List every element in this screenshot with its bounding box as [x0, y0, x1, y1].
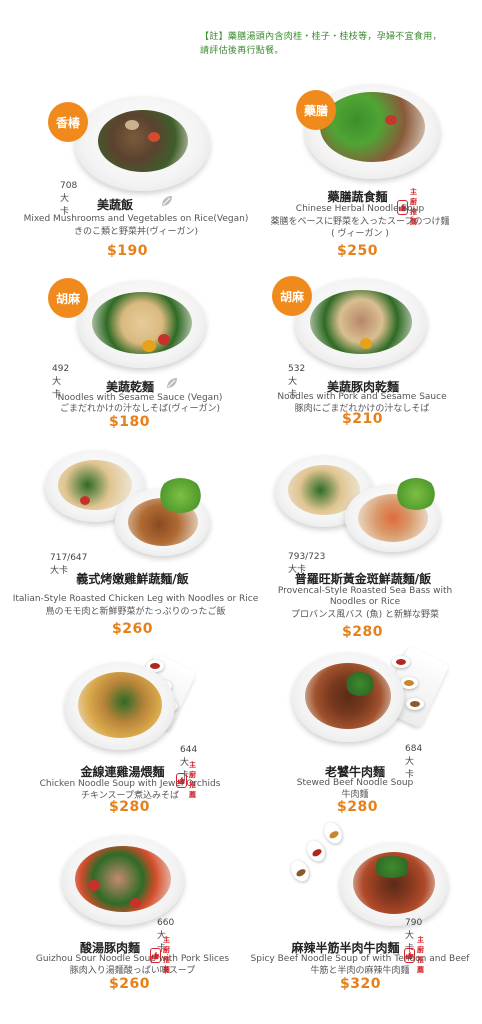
flavor-tag: 胡麻 [272, 276, 312, 316]
dish-japanese-name: プロバンス風バス (魚) と新鮮な野菜 [290, 610, 439, 620]
dish-name: 藥膳蔬食麵 [327, 190, 388, 204]
dish-name: 金線連雞湯煨麵 [80, 765, 165, 779]
dish-japanese-name: きのこ類と野菜丼(ヴィーガン) [73, 227, 199, 237]
note-line-2: 請評估後再行點餐。 [200, 46, 284, 56]
leaf-icon [162, 196, 172, 206]
flavor-tag: 香椿 [48, 102, 88, 142]
dish-price: $180 [109, 414, 150, 430]
flavor-tag: 胡麻 [48, 278, 88, 318]
dish-price: $250 [337, 243, 378, 259]
dish-english-name: Italian-Style Roasted Chicken Leg with N… [12, 594, 259, 604]
dish-price: $260 [109, 976, 150, 992]
dish-english-name: Chinese Herbal Noodle Soup [295, 204, 425, 214]
note-line-1: 【註】藥膳湯頭內含肉桂・桂子・桂枝等，孕婦不宜食用， [200, 32, 442, 42]
dish-english-name: Chicken Noodle Soup with Jewel Orchids [39, 779, 221, 789]
dish-japanese-note: ( ヴィーガン ) [331, 229, 389, 239]
dish-price: $280 [109, 799, 150, 815]
calorie-label: 684大卡 [405, 744, 423, 780]
dish-name: 普羅旺斯黃金斑鮮蔬麵/飯 [294, 572, 432, 586]
dish-english-name: Stewed Beef Noodle Soup [296, 778, 414, 788]
dish-english-name: Mixed Mushrooms and Vegetables on Rice(V… [23, 214, 249, 224]
dish-price: $280 [342, 624, 383, 640]
dish-english-name: Noodles with Pork and Sesame Sauce [277, 392, 447, 402]
flavor-tag: 藥膳 [296, 90, 336, 130]
dish-english-name: Noodles with Sesame Sauce (Vegan) [57, 393, 223, 403]
dish-price: $320 [340, 976, 381, 992]
pregnancy-warning-note: 【註】藥膳湯頭內含肉桂・桂子・桂枝等，孕婦不宜食用， 請評估後再行點餐。 [200, 30, 475, 58]
dish-price: $280 [337, 799, 378, 815]
dish-japanese-name: 薬膳をベースに野菜を入ったスープのつけ麵 [270, 217, 450, 227]
leaf-icon [167, 378, 177, 388]
dish-price: $260 [112, 621, 153, 637]
dish-price: $210 [342, 411, 383, 427]
dish-name: 美蔬飯 [96, 198, 133, 212]
dish-japanese-name: 鳥のモモ肉と新鮮野菜がたっぷりのったご飯 [45, 607, 226, 617]
dish-english-name: Spicy Beef Noodle Soup of with Tendon an… [250, 954, 470, 964]
dish-price: $190 [107, 243, 148, 259]
dish-english-name: Provencal-Style Roasted Sea Bass with No… [277, 586, 453, 607]
dish-english-name: Guizhou Sour Noodle Soup with Pork Slice… [35, 954, 230, 964]
dish-name: 義式烤嫩雞鮮蔬麵/飯 [76, 572, 189, 586]
